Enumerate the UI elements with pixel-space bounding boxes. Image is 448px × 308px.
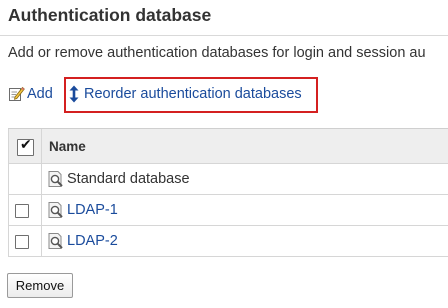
select-all-checkbox[interactable]: ✔ — [17, 137, 34, 156]
database-link[interactable]: LDAP-2 — [67, 233, 118, 249]
add-database-label: Add — [27, 85, 53, 102]
page-title: Authentication database — [8, 5, 212, 25]
row-check-cell — [9, 164, 42, 194]
database-name: Standard database — [67, 171, 190, 187]
database-search-icon — [48, 202, 63, 218]
database-search-icon — [48, 171, 63, 187]
database-name-cell: LDAP-1 — [47, 195, 118, 225]
table-row: LDAP-2 — [8, 226, 448, 257]
page-description: Add or remove authentication databases f… — [8, 45, 426, 61]
add-database-link[interactable]: Add — [8, 85, 53, 102]
database-name-cell: Standard database — [47, 164, 190, 194]
column-header-name: Name — [49, 139, 86, 154]
row-check-cell — [9, 226, 42, 256]
up-down-arrow-icon — [69, 85, 79, 103]
database-link[interactable]: LDAP-1 — [67, 202, 118, 218]
table-header-row: ✔ Name — [8, 129, 448, 164]
reorder-databases-label: Reorder authentication databases — [84, 86, 302, 102]
database-search-icon — [48, 233, 63, 249]
row-checkbox[interactable] — [15, 204, 29, 218]
header-check-cell: ✔ — [9, 129, 42, 163]
remove-button[interactable]: Remove — [7, 273, 73, 298]
title-divider — [0, 35, 448, 36]
reorder-databases-link[interactable]: Reorder authentication databases — [68, 85, 302, 103]
table-row: Standard database — [8, 164, 448, 195]
row-check-cell — [9, 195, 42, 225]
edit-icon — [9, 86, 25, 101]
database-table: ✔ Name Standard database LDAP-1 LDAP-2 — [8, 128, 448, 257]
table-row: LDAP-1 — [8, 195, 448, 226]
database-name-cell: LDAP-2 — [47, 226, 118, 256]
row-checkbox[interactable] — [15, 235, 29, 249]
checkmark-icon: ✔ — [20, 137, 32, 153]
